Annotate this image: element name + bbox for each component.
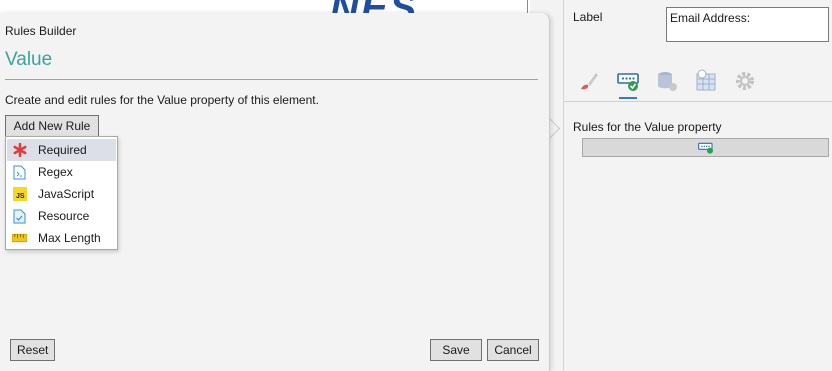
tab-layout[interactable]	[691, 66, 721, 96]
validation-rules-icon	[697, 142, 713, 154]
tab-validation[interactable]	[613, 66, 643, 99]
label-value-field[interactable]: Email Address:	[666, 7, 829, 42]
validation-rules-icon	[617, 73, 639, 91]
menu-item-javascript[interactable]: JS JavaScript	[6, 183, 117, 205]
resource-file-icon	[12, 209, 27, 224]
menu-item-max-length[interactable]: Max Length	[6, 227, 117, 249]
menu-item-required[interactable]: Required	[7, 139, 116, 161]
regex-file-icon	[12, 165, 27, 180]
menu-item-label: Regex	[38, 165, 73, 179]
heading-divider	[5, 79, 538, 80]
reset-button[interactable]: Reset	[10, 339, 55, 361]
label-caption: Label	[573, 10, 603, 24]
menu-item-label: JavaScript	[38, 187, 95, 201]
popup-description: Create and edit rules for the Value prop…	[5, 93, 319, 107]
tab-appearance[interactable]	[574, 66, 604, 96]
menu-item-regex[interactable]: Regex	[6, 161, 117, 183]
property-tabs	[574, 66, 760, 99]
calendar-grid-icon	[696, 69, 716, 91]
tab-data[interactable]	[652, 66, 682, 96]
cancel-button[interactable]: Cancel	[487, 339, 539, 361]
tab-settings[interactable]	[730, 66, 760, 96]
menu-item-resource[interactable]: Resource	[6, 205, 117, 227]
rules-heading: Rules for the Value property	[573, 120, 722, 134]
properties-panel: Label Email Address: Rules for the Value…	[563, 0, 832, 371]
menu-item-label: Max Length	[38, 231, 101, 245]
add-new-rule-button[interactable]: Add New Rule	[5, 115, 99, 137]
svg-text:JS: JS	[16, 193, 25, 200]
popup-title: Rules Builder	[5, 24, 77, 38]
javascript-icon: JS	[12, 187, 27, 202]
property-heading: Value	[5, 49, 53, 70]
panel-divider	[564, 101, 832, 102]
paint-brush-icon	[581, 73, 598, 90]
ruler-icon	[12, 231, 27, 246]
add-rule-menu: Required Regex JS JavaScript Resource Ma…	[5, 136, 118, 250]
gear-icon	[736, 72, 754, 90]
rules-builder-popup: Rules Builder Value Create and edit rule…	[0, 13, 550, 371]
database-icon	[658, 72, 677, 91]
save-button[interactable]: Save	[430, 339, 482, 361]
menu-item-label: Required	[38, 143, 87, 157]
rules-list-item[interactable]	[582, 138, 829, 157]
asterisk-icon	[12, 143, 27, 158]
menu-item-label: Resource	[38, 209, 90, 223]
